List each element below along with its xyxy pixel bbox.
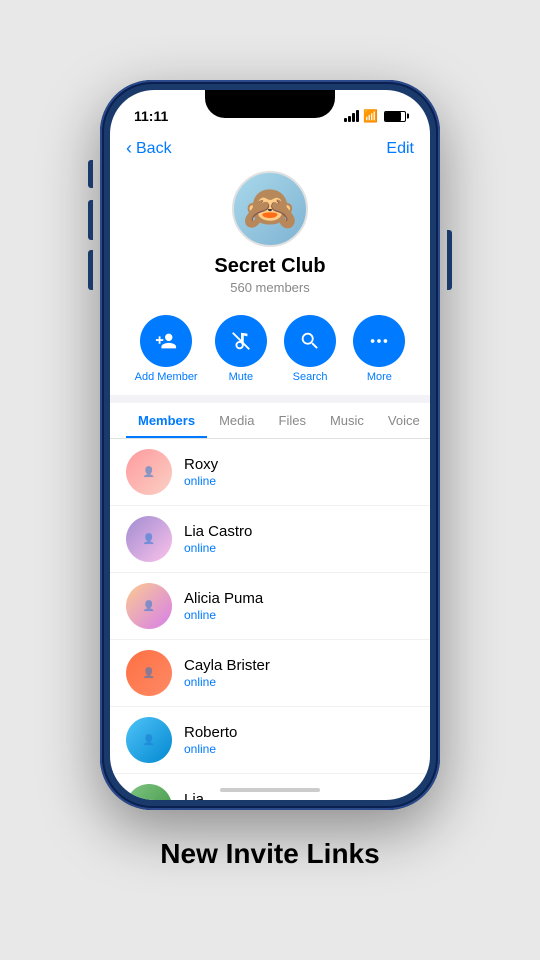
group-info: 🙈 Secret Club 560 members [110,167,430,307]
phone-screen: 11:11 📶 ‹ B [110,90,430,800]
group-members-count: 560 members [230,280,309,295]
member-name: Lia Castro [184,523,252,540]
search-button[interactable]: Search [284,315,336,383]
search-icon [299,330,321,352]
member-status: online [184,675,270,689]
bottom-title: New Invite Links [140,838,399,870]
member-avatar: 👤 [126,650,172,696]
mute-button[interactable]: Mute [215,315,267,383]
search-label: Search [293,371,328,383]
member-info: Lia online [184,791,216,800]
tab-music[interactable]: Music [318,403,376,438]
member-status: online [184,608,263,622]
signal-icon [344,110,359,122]
add-member-button[interactable]: Add Member [135,315,198,383]
page-wrapper: 11:11 📶 ‹ B [0,0,540,960]
member-info: Lia Castro online [184,523,252,555]
status-time: 11:11 [134,108,168,124]
member-status: online [184,742,237,756]
mute-icon-circle [215,315,267,367]
member-info: Roberto online [184,724,237,756]
section-divider [110,395,430,403]
add-member-icon-circle [140,315,192,367]
volume-down-button [88,250,93,290]
group-avatar: 🙈 [232,171,308,247]
tab-files[interactable]: Files [267,403,318,438]
member-status: online [184,474,218,488]
power-button [447,230,452,290]
edit-button[interactable]: Edit [386,140,414,158]
wifi-icon: 📶 [363,109,378,123]
volume-up-button [88,200,93,240]
list-item[interactable]: 👤 Roberto online [110,707,430,774]
list-item[interactable]: 👤 Lia online [110,774,430,800]
search-icon-circle [284,315,336,367]
member-name: Alicia Puma [184,590,263,607]
list-item[interactable]: 👤 Lia Castro online [110,506,430,573]
more-icon-circle [353,315,405,367]
member-avatar: 👤 [126,516,172,562]
tab-members[interactable]: Members [126,403,207,438]
back-label: Back [136,140,172,158]
add-member-icon [155,330,177,352]
add-member-label: Add Member [135,371,198,383]
member-avatar: 👤 [126,583,172,629]
tab-voice[interactable]: Voice [376,403,430,438]
back-button[interactable]: ‹ Back [126,138,172,159]
member-info: Cayla Brister online [184,657,270,689]
member-name: Roxy [184,456,218,473]
nav-header: ‹ Back Edit [110,134,430,167]
more-button[interactable]: More [353,315,405,383]
member-avatar: 👤 [126,449,172,495]
members-list: 👤 Roxy online 👤 Lia Castro online 👤 Alic… [110,439,430,800]
mute-label: Mute [229,371,253,383]
group-name: Secret Club [214,255,325,278]
action-buttons: Add Member Mute [110,307,430,395]
home-indicator [220,788,320,792]
silent-button [88,160,93,188]
member-info: Alicia Puma online [184,590,263,622]
member-avatar: 👤 [126,717,172,763]
group-avatar-emoji: 🙈 [243,187,298,231]
tab-media[interactable]: Media [207,403,266,438]
mute-icon [230,330,252,352]
member-status: online [184,541,252,555]
member-name: Cayla Brister [184,657,270,674]
list-item[interactable]: 👤 Alicia Puma online [110,573,430,640]
status-icons: 📶 [344,109,406,123]
member-name: Lia [184,791,216,800]
notch [205,90,335,118]
more-label: More [367,371,392,383]
phone-shell: 11:11 📶 ‹ B [100,80,440,810]
list-item[interactable]: 👤 Cayla Brister online [110,640,430,707]
battery-icon [384,111,406,122]
more-icon [368,330,390,352]
member-name: Roberto [184,724,237,741]
member-info: Roxy online [184,456,218,488]
list-item[interactable]: 👤 Roxy online [110,439,430,506]
chevron-left-icon: ‹ [126,138,132,159]
tabs-bar: Members Media Files Music Voice Li... [110,403,430,439]
member-avatar: 👤 [126,784,172,800]
